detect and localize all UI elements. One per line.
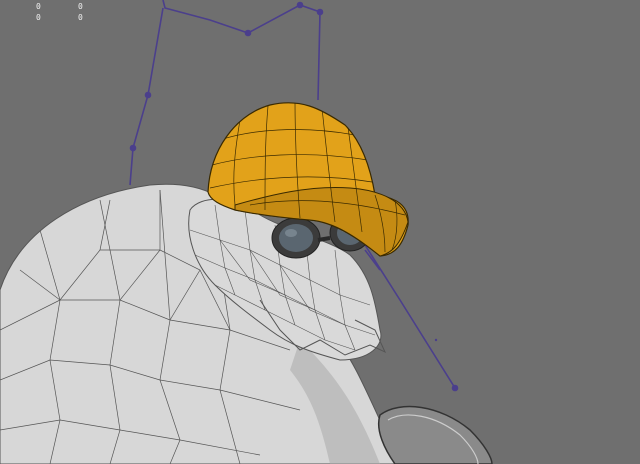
scene-canvas[interactable]	[0, 0, 640, 464]
joint-icon[interactable]	[451, 384, 459, 392]
hud-value: 0	[78, 13, 83, 22]
hud-value: 0	[36, 13, 41, 22]
3d-viewport[interactable]: 0 0 0 0	[0, 0, 640, 464]
viewport-hud: 0 0 0 0	[36, 2, 98, 23]
joint-icon[interactable]	[296, 1, 304, 9]
hud-value: 0	[78, 2, 83, 11]
joint-icon[interactable]	[434, 338, 438, 342]
joint-icon[interactable]	[129, 144, 137, 152]
joint-icon[interactable]	[144, 91, 152, 99]
joint-icon[interactable]	[244, 29, 252, 37]
shield-object[interactable]	[378, 405, 493, 464]
hud-value: 0	[36, 2, 41, 11]
joint-icon[interactable]	[316, 8, 324, 16]
